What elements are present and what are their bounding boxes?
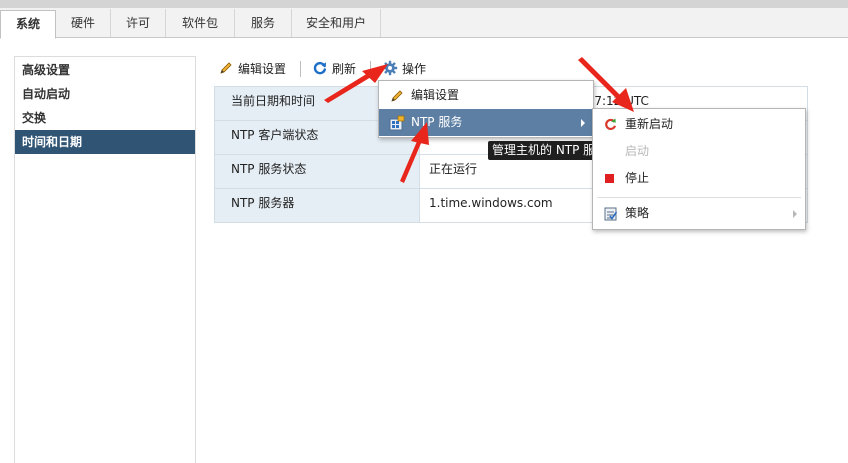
sidebar-item-time-date[interactable]: 时间和日期 xyxy=(15,130,195,154)
menu-item-edit-settings[interactable]: 编辑设置 xyxy=(379,82,593,109)
ntp-service-submenu: 重新启动 启动 停止 策略 xyxy=(592,108,806,230)
chevron-right-icon xyxy=(581,119,585,127)
menu-divider xyxy=(597,197,801,198)
sidebar-item-swap[interactable]: 交换 xyxy=(15,106,195,130)
policy-icon xyxy=(604,207,618,221)
restart-icon xyxy=(605,118,617,131)
tab-license[interactable]: 许可 xyxy=(111,9,166,37)
tab-system[interactable]: 系统 xyxy=(0,10,56,39)
menu-item-label: 编辑设置 xyxy=(411,88,460,102)
edit-settings-button[interactable]: 编辑设置 xyxy=(218,58,286,80)
sidebar-item-advanced-settings[interactable]: 高级设置 xyxy=(15,58,195,82)
tab-hardware[interactable]: 硬件 xyxy=(56,9,111,37)
tab-packages[interactable]: 软件包 xyxy=(166,9,235,37)
menu-item-label: 停止 xyxy=(625,171,650,185)
table-key: NTP 服务状态 xyxy=(215,155,420,188)
sidebar: 高级设置 自动启动 交换 时间和日期 xyxy=(14,56,196,463)
tab-security-users[interactable]: 安全和用户 xyxy=(292,9,381,37)
edit-settings-label: 编辑设置 xyxy=(238,62,287,76)
menu-item-restart[interactable]: 重新启动 xyxy=(593,111,805,137)
refresh-button[interactable]: 刷新 xyxy=(312,58,356,80)
ntp-service-icon xyxy=(389,115,405,131)
menu-item-label: 启动 xyxy=(625,144,650,158)
chevron-right-icon xyxy=(793,210,797,218)
pencil-icon xyxy=(391,90,403,102)
menu-item-ntp-service[interactable]: NTP 服务 xyxy=(379,109,593,136)
sidebar-item-autostart[interactable]: 自动启动 xyxy=(15,82,195,106)
stop-icon xyxy=(605,174,614,183)
pencil-icon xyxy=(220,62,232,74)
menu-item-start[interactable]: 启动 xyxy=(593,138,805,164)
toolbar-separator xyxy=(300,61,301,77)
tab-services[interactable]: 服务 xyxy=(235,9,292,37)
gear-icon xyxy=(382,60,398,76)
tab-bar: 系统 硬件 许可 软件包 服务 安全和用户 xyxy=(0,8,848,39)
menu-item-label: 重新启动 xyxy=(625,117,674,131)
menu-item-policy[interactable]: 策略 xyxy=(593,200,805,226)
menu-item-label: 策略 xyxy=(625,206,650,220)
actions-menu: 编辑设置 NTP 服务 xyxy=(378,80,594,138)
refresh-label: 刷新 xyxy=(332,62,357,76)
actions-button[interactable]: 操作 xyxy=(382,58,426,80)
toolbar-separator xyxy=(370,61,371,77)
window-top-strip xyxy=(0,0,848,8)
menu-item-stop[interactable]: 停止 xyxy=(593,165,805,191)
menu-item-label: NTP 服务 xyxy=(411,115,463,129)
refresh-icon xyxy=(313,61,326,75)
table-key: NTP 服务器 xyxy=(215,189,420,222)
actions-label: 操作 xyxy=(402,62,427,76)
